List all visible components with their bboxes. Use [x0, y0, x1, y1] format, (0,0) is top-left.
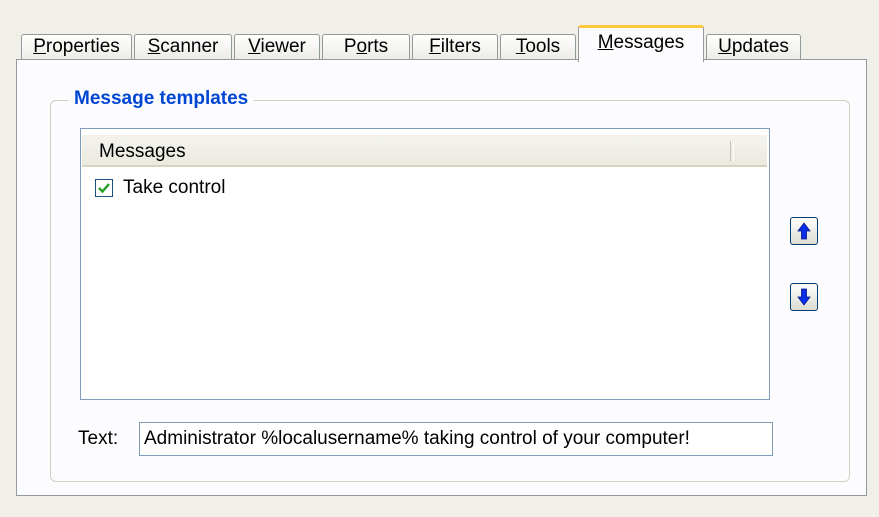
tab-scanner[interactable]: Scanner	[134, 34, 232, 60]
tab-properties[interactable]: Properties	[21, 34, 132, 60]
down-arrow-icon	[797, 288, 811, 306]
tab-ports[interactable]: Ports	[322, 34, 410, 60]
move-up-button[interactable]	[790, 217, 818, 245]
tab-messages[interactable]: Messages	[578, 25, 704, 62]
tab-bar: Properties Scanner Viewer Ports Filters …	[0, 0, 879, 62]
up-arrow-icon	[797, 222, 811, 240]
list-item-label: Take control	[123, 177, 226, 198]
list-column-header[interactable]: Messages	[82, 135, 767, 167]
tab-viewer[interactable]: Viewer	[234, 34, 320, 60]
tab-updates[interactable]: Updates	[706, 34, 801, 60]
messages-list[interactable]: Messages Take control	[80, 128, 770, 400]
column-header-label: Messages	[99, 141, 186, 162]
group-title: Message templates	[68, 88, 255, 110]
checkmark-icon	[98, 183, 110, 194]
text-label: Text:	[78, 428, 119, 449]
message-text-input[interactable]	[139, 422, 773, 456]
tab-tools[interactable]: Tools	[500, 34, 576, 60]
tab-filters[interactable]: Filters	[412, 34, 498, 60]
item-checkbox[interactable]	[95, 179, 113, 197]
move-down-button[interactable]	[790, 283, 818, 311]
column-separator[interactable]	[730, 141, 734, 161]
